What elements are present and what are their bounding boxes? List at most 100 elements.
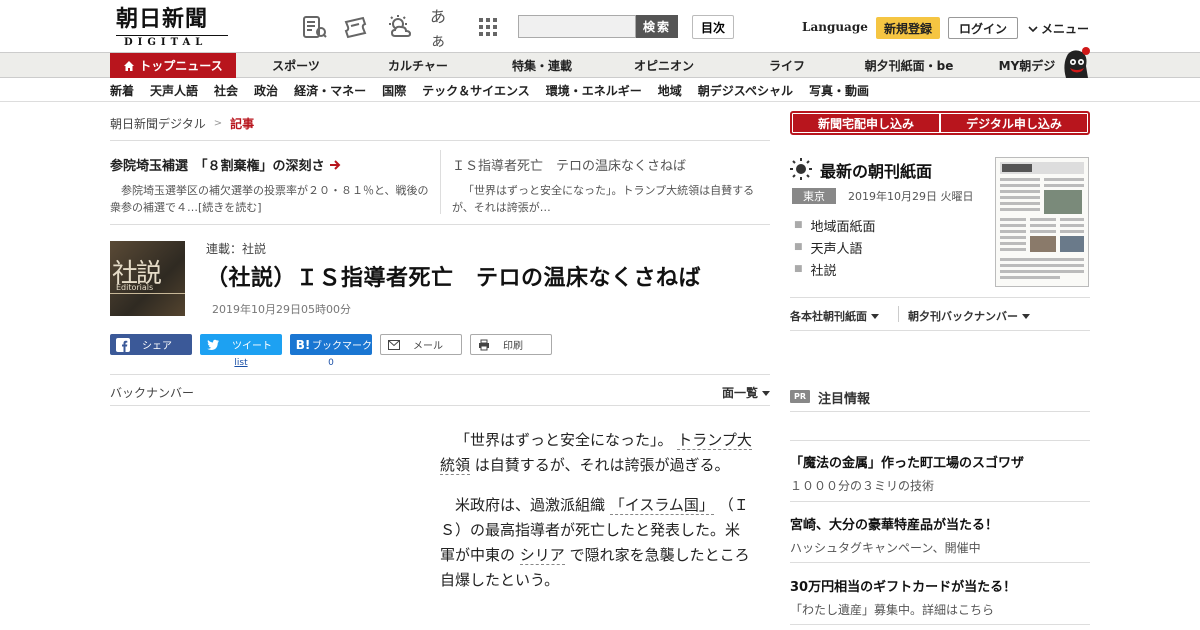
divider <box>790 411 1090 412</box>
divider <box>110 224 770 225</box>
hatena-icon: B! <box>295 337 311 352</box>
nav2-photo-video[interactable]: 写真・動画 <box>809 78 869 102</box>
ticket-icon[interactable] <box>342 14 370 40</box>
weather-icon[interactable] <box>386 14 414 40</box>
nav2-politics[interactable]: 政治 <box>254 78 278 102</box>
divider <box>110 405 770 406</box>
menu-button[interactable]: メニュー <box>1028 20 1089 37</box>
nav2-special[interactable]: 朝デジスペシャル <box>698 78 793 102</box>
nav-newspaper[interactable]: 朝夕刊紙面・be <box>850 53 968 78</box>
divider <box>790 297 1090 298</box>
paragraph: 「世界はずっと安全になった」。 トランプ大統領 は自賛するが、それは誇張が過ぎる… <box>440 428 752 478</box>
register-button[interactable]: 新規登録 <box>876 17 940 39</box>
hatena-count: 0 <box>328 358 334 368</box>
font-size-icon[interactable]: あぁ <box>430 7 458 50</box>
home-delivery-subscribe-button[interactable]: 新聞宅配申し込み <box>793 114 939 132</box>
toc-button[interactable]: 目次 <box>692 15 734 39</box>
related-summary: 「世界はずっと安全になった」。トランプ大統領は自賛するが、それは誇張が… <box>452 184 755 214</box>
paragraph: 米政府は、過激派組織 「イスラム国」 （ＩＳ）の最高指導者が死亡したと発表した。… <box>440 493 752 593</box>
pr-item-title: 30万円相当のギフトカードが当たる！ <box>790 580 1017 595</box>
backnumber-label: バックナンバー <box>110 386 195 400</box>
nav2-international[interactable]: 国際 <box>382 78 406 102</box>
related-title[interactable]: 参院埼玉補選 「８割棄権」の深刻さ <box>110 155 325 174</box>
pr-item-title: 「魔法の金属」作った町工場のスゴワザ <box>790 456 1025 471</box>
share-label: 印刷 <box>503 341 523 352</box>
list-item[interactable]: ■ 天声人語 <box>794 236 876 258</box>
pr-badge: PR <box>790 390 810 403</box>
print-button[interactable]: 印刷 <box>470 334 552 355</box>
pr-item-subtitle: １０００分の３ミリの技術 <box>790 479 935 493</box>
series-label[interactable]: 連載：社説 <box>206 240 266 257</box>
regional-editions-dropdown[interactable]: 各本社朝刊紙面 <box>790 308 879 324</box>
caret-down-icon <box>871 314 879 319</box>
nav2-tenseijingo[interactable]: 天声人語 <box>150 78 198 102</box>
share-label: メール <box>413 341 443 352</box>
search-input[interactable] <box>518 15 636 38</box>
bullet-icon: ■ <box>794 220 803 230</box>
edition-links: ■ 地域面紙面 ■ 天声人語 ■ 社説 <box>794 214 876 280</box>
share-label: ブックマーク <box>312 341 372 352</box>
nav-culture[interactable]: カルチャー <box>356 53 480 78</box>
pr-item[interactable]: 30万円相当のギフトカードが当たる！ 「わたし遺産」募集中。詳細はこちら <box>790 576 1090 618</box>
login-button[interactable]: ログイン <box>948 17 1018 39</box>
nav-opinion[interactable]: オピニオン <box>604 53 724 78</box>
twitter-icon <box>206 338 220 352</box>
grid-menu-icon[interactable] <box>474 14 502 40</box>
syria-link[interactable]: シリア <box>519 546 565 565</box>
primary-nav: トップニュース スポーツ カルチャー 特集・連載 オピニオン ライフ 朝夕刊紙面… <box>0 52 1200 78</box>
edition-link[interactable]: 天声人語 <box>811 238 863 257</box>
nav-life[interactable]: ライフ <box>724 53 850 78</box>
divider <box>790 440 1090 441</box>
breadcrumb-home[interactable]: 朝日新聞デジタル <box>110 115 206 132</box>
divider <box>898 306 899 322</box>
related-title[interactable]: ＩＳ指導者死亡 テロの温床なくさねば <box>452 155 686 174</box>
caret-down-icon <box>1022 314 1030 319</box>
sun-icon <box>790 158 812 180</box>
pr-item[interactable]: 宮崎、大分の豪華特産品が当たる！ ハッシュタグキャンペーン、開催中 <box>790 514 1090 556</box>
caret-down-icon <box>762 390 771 396</box>
list-item[interactable]: ■ 地域面紙面 <box>794 214 876 236</box>
nav-features[interactable]: 特集・連載 <box>480 53 604 78</box>
text-run: 米政府は、過激派組織 <box>455 496 606 514</box>
mail-share-button[interactable]: メール <box>380 334 462 355</box>
related-summary: 参院埼玉選挙区の補欠選挙の投票率が２０・８１％と、戦後の衆参の補選で４…[続きを… <box>110 184 429 214</box>
nav2-economy[interactable]: 経済・マネー <box>294 78 366 102</box>
language-link[interactable]: Language <box>802 20 868 34</box>
pr-item[interactable]: 「魔法の金属」作った町工場のスゴワザ １０００分の３ミリの技術 <box>790 452 1090 494</box>
page-list-label: 面一覧 <box>722 386 759 400</box>
twitter-share-button[interactable]: ツイート <box>200 334 282 355</box>
search-button[interactable]: 検索 <box>636 15 678 38</box>
article-date: 2019年10月29日05時00分 <box>212 303 351 316</box>
latest-edition-date: 2019年10月29日 火曜日 <box>848 190 974 203</box>
backnumber-dropdown[interactable]: 朝夕刊バックナンバー <box>908 308 1030 324</box>
site-logo[interactable]: 朝日新聞 DIGITAL <box>116 8 230 48</box>
nav2-tech-science[interactable]: テック＆サイエンス <box>422 78 530 102</box>
hatena-bookmark-button[interactable]: B! ブックマーク <box>290 334 372 355</box>
nav2-region[interactable]: 地域 <box>658 78 682 102</box>
article-body: 「世界はずっと安全になった」。 トランプ大統領 は自賛するが、それは誇張が過ぎる… <box>440 428 752 608</box>
digital-subscribe-button[interactable]: デジタル申し込み <box>941 114 1087 132</box>
nav2-environment[interactable]: 環境・エネルギー <box>546 78 642 102</box>
twitter-list-link[interactable]: list <box>200 358 282 368</box>
islamic-state-link[interactable]: 「イスラム国」 <box>609 496 714 515</box>
mascot-icon[interactable] <box>1056 44 1092 80</box>
nav2-new[interactable]: 新着 <box>110 78 134 102</box>
share-label: ツイート <box>232 341 272 352</box>
related-article-2[interactable]: ＩＳ指導者死亡 テロの温床なくさねば 「世界はずっと安全になった」。トランプ大統… <box>452 155 768 216</box>
divider <box>440 150 441 214</box>
mail-icon <box>387 338 401 352</box>
nav-top-news[interactable]: トップニュース <box>110 53 236 78</box>
nav-sports[interactable]: スポーツ <box>236 53 356 78</box>
list-item[interactable]: ■ 社説 <box>794 258 876 280</box>
facebook-share-button[interactable]: シェア <box>110 334 192 355</box>
edition-link[interactable]: 社説 <box>811 260 837 279</box>
related-article-1[interactable]: 参院埼玉補選 「８割棄権」の深刻さ 参院埼玉選挙区の補欠選挙の投票率が２０・８１… <box>110 155 430 216</box>
dropdown-label: 朝夕刊バックナンバー <box>908 310 1018 323</box>
breadcrumb-separator: > <box>213 118 223 129</box>
page-list-dropdown[interactable]: 面一覧 <box>722 384 771 401</box>
logo-rule <box>116 35 228 36</box>
edition-link[interactable]: 地域面紙面 <box>811 216 876 235</box>
newspaper-thumbnail[interactable] <box>995 157 1089 287</box>
newspaper-icon[interactable] <box>300 14 328 40</box>
nav2-society[interactable]: 社会 <box>214 78 238 102</box>
